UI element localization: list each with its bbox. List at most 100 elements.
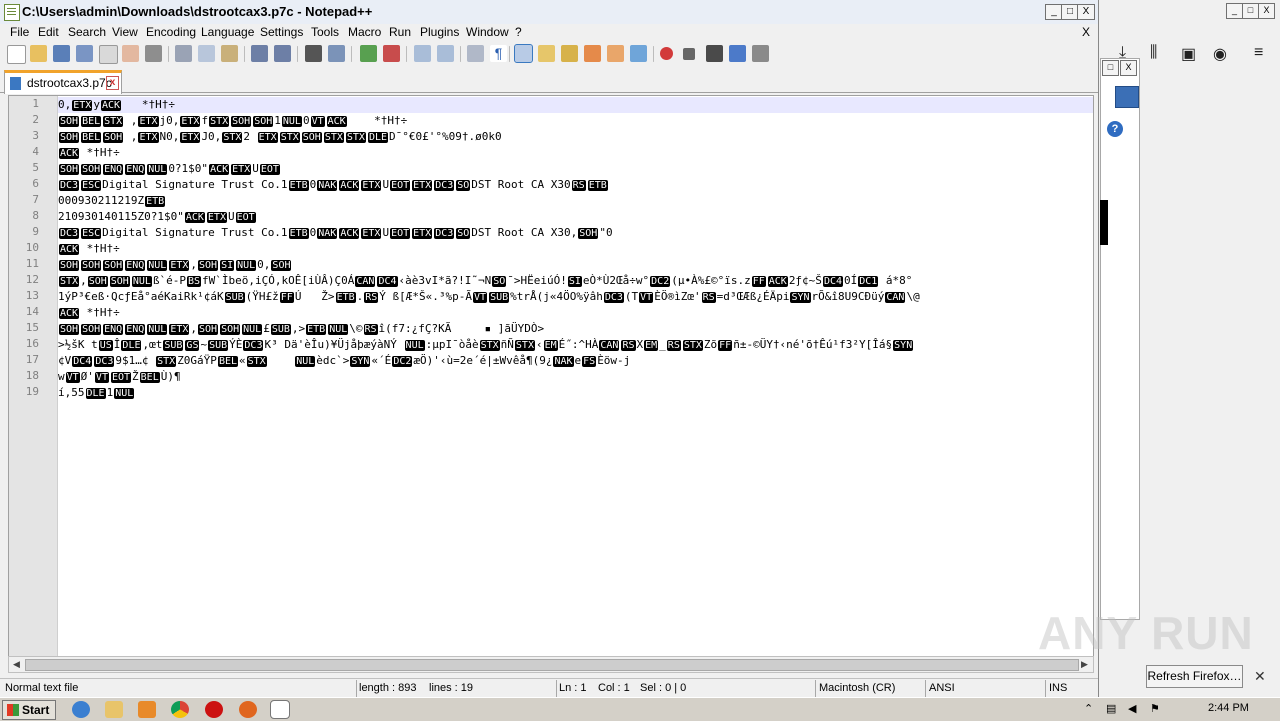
editor-area[interactable]: 1 2 3 4 5 6 7 8 9 10 11 12 13 14 15 16 17 18 19 0, ETX y ACK …: [8, 95, 1094, 657]
status-length: length : 893: [359, 682, 417, 694]
save-all-icon[interactable]: [76, 45, 93, 62]
text-line[interactable]: >½šK t US Î DLE ,œt SUB GS ~ SUB ÝÈ DC3 K³ Dä'èÎu)¥…: [58, 337, 1093, 353]
menu-file[interactable]: File: [10, 25, 29, 39]
action-center-flag-icon[interactable]: ⚑: [1150, 702, 1160, 715]
text-line[interactable]: ACK *†H†÷: [58, 145, 1093, 161]
run-macro-multiple-icon[interactable]: [729, 45, 746, 62]
zoom-in-icon[interactable]: [360, 45, 377, 62]
account-icon[interactable]: ◉: [1213, 44, 1227, 64]
text-line[interactable]: ACK *†H†÷: [58, 305, 1093, 321]
text-line[interactable]: DC3 ESC Digital Signature Trust Co.1 ETB 0 NA…: [58, 177, 1093, 193]
document-map-icon[interactable]: [561, 45, 578, 62]
redo-icon[interactable]: [274, 45, 291, 62]
tab-dstrootcax3[interactable]: dstrootcax3.p7c x: [4, 70, 122, 94]
text-line[interactable]: 000930211219Z ETB: [58, 193, 1093, 209]
save-macro-icon[interactable]: [752, 45, 769, 62]
firefox-close-button[interactable]: X: [1258, 3, 1275, 19]
menu-plugins[interactable]: Plugins: [420, 25, 459, 39]
text-line[interactable]: ¢V DC4 DC3 9$1…¢ STX Z0GáŸP BEL «STX NUL èdc`> S…: [58, 353, 1093, 369]
hamburger-menu-icon[interactable]: ≡: [1254, 44, 1263, 62]
close-file-icon[interactable]: [99, 45, 118, 64]
menu-tools[interactable]: Tools: [311, 25, 339, 39]
print-icon[interactable]: [145, 45, 162, 62]
firefox-maximize-button[interactable]: □: [1242, 3, 1259, 19]
record-macro-icon[interactable]: [660, 47, 673, 60]
text-line[interactable]: w VT Ø' VT EOT Ž BEL Ù)¶: [58, 369, 1093, 385]
horizontal-scrollbar[interactable]: ◀ ▶: [8, 656, 1094, 673]
notification-close-icon[interactable]: ✕: [1254, 668, 1266, 685]
menu-search[interactable]: Search: [68, 25, 106, 39]
sync-vertical-icon[interactable]: [414, 45, 431, 62]
volume-icon[interactable]: ◀: [1128, 702, 1136, 715]
sync-horizontal-icon[interactable]: [437, 45, 454, 62]
scroll-left-icon[interactable]: ◀: [9, 657, 24, 672]
show-all-characters-icon[interactable]: ¶: [490, 45, 507, 62]
play-macro-icon[interactable]: [706, 45, 723, 62]
indent-guide-icon[interactable]: [514, 44, 533, 63]
text-line[interactable]: 0, ETX y ACK *†H†÷: [58, 97, 1093, 113]
menu-macro[interactable]: Macro: [348, 25, 381, 39]
copy-icon[interactable]: [198, 45, 215, 62]
text-line[interactable]: SOH BEL SOH , ETX N0, ETX J0, STX 2 ETX STX SOH STX…: [58, 129, 1093, 145]
menu-encoding[interactable]: Encoding: [146, 25, 196, 39]
menu-run[interactable]: Run: [389, 25, 411, 39]
text-line[interactable]: í,55 DLE 1 NUL: [58, 385, 1093, 401]
opera-icon[interactable]: [205, 701, 223, 718]
undo-icon[interactable]: [251, 45, 268, 62]
firefox-icon[interactable]: [239, 701, 257, 718]
cut-icon[interactable]: [175, 45, 192, 62]
close-button[interactable]: X: [1077, 4, 1095, 20]
find-icon[interactable]: [305, 45, 322, 62]
firefox-minimize-button[interactable]: _: [1226, 3, 1243, 19]
notepadpp-taskbar-icon[interactable]: [270, 700, 290, 719]
text-line[interactable]: SOH SOH ENQ ENQ NUL 0?1$0" ACK ETX U EOT: [58, 161, 1093, 177]
refresh-firefox-button[interactable]: Refresh Firefox…: [1146, 665, 1243, 688]
scrollbar-thumb[interactable]: [25, 659, 1079, 671]
folder-as-workspace-icon[interactable]: [607, 45, 624, 62]
menu-settings[interactable]: Settings: [260, 25, 303, 39]
panel-restore-button[interactable]: □: [1102, 60, 1119, 76]
search-icon[interactable]: [1115, 86, 1139, 108]
close-document-button[interactable]: X: [1082, 25, 1090, 39]
line-number: 19: [25, 385, 39, 398]
panel-close-button[interactable]: X: [1120, 60, 1137, 76]
menu-edit[interactable]: Edit: [38, 25, 59, 39]
menu-window[interactable]: Window: [466, 25, 509, 39]
text-line[interactable]: STX, SOH SOH NUL ß`é-P BS fW`Ìbeö,iÇÓ,kOÊ[iÙÂ)…: [58, 273, 1093, 289]
new-file-icon[interactable]: [7, 45, 26, 64]
close-all-icon[interactable]: [122, 45, 139, 62]
show-hidden-icons-icon[interactable]: ⌃: [1084, 702, 1093, 715]
text-line[interactable]: 1ýP³€eß·QcƒEå°aéKaiRk¹¢áK SUB (ŸH£ž FF Ú Ž> E…: [58, 289, 1093, 305]
internet-explorer-icon[interactable]: [72, 701, 90, 718]
menu-view[interactable]: View: [112, 25, 138, 39]
start-button[interactable]: Start: [2, 700, 56, 720]
media-player-icon[interactable]: [138, 701, 156, 718]
function-list-icon[interactable]: [584, 45, 601, 62]
clock[interactable]: 2:44 PM: [1208, 702, 1249, 714]
help-icon[interactable]: ?: [1107, 121, 1123, 137]
menu-language[interactable]: Language: [201, 25, 254, 39]
word-wrap-icon[interactable]: [467, 45, 484, 62]
text-content[interactable]: 0, ETX y ACK *†H†÷ SOH BEL STX , ETX j0, ETX f STX S…: [58, 96, 1093, 656]
monitoring-icon[interactable]: [630, 45, 647, 62]
tab-close-icon[interactable]: x: [106, 76, 119, 90]
chrome-icon[interactable]: [171, 701, 189, 718]
paste-icon[interactable]: [221, 45, 238, 62]
user-defined-language-icon[interactable]: [538, 45, 555, 62]
text-line[interactable]: DC3 ESC Digital Signature Trust Co.1 ETB 0 NA…: [58, 225, 1093, 241]
explorer-folder-icon[interactable]: [105, 701, 123, 718]
open-file-icon[interactable]: [30, 45, 47, 62]
text-line[interactable]: 210930140115Z0?1$0" ACK ETX U EOT: [58, 209, 1093, 225]
stop-recording-icon[interactable]: [683, 48, 695, 60]
text-line[interactable]: SOH BEL STX , ETX j0, ETX f STX SOH SOH 1 NUL 0 VT ACK…: [58, 113, 1093, 129]
text-line[interactable]: ACK *†H†÷: [58, 241, 1093, 257]
text-line[interactable]: SOH SOH SOH ENQ NUL ETX, SOH SI NUL 0, SOH: [58, 257, 1093, 273]
replace-icon[interactable]: [328, 45, 345, 62]
network-icon[interactable]: ▤: [1106, 702, 1116, 715]
menu-help[interactable]: ?: [515, 25, 522, 39]
sidebar-icon[interactable]: ▣: [1181, 44, 1196, 64]
zoom-out-icon[interactable]: [383, 45, 400, 62]
library-icon[interactable]: ⫼: [1150, 44, 1157, 62]
text-line[interactable]: SOH SOH ENQ ENQ NUL ETX, SOH SOH NUL £ SUB ,> ETB NUL…: [58, 321, 1093, 337]
save-icon[interactable]: [53, 45, 70, 62]
